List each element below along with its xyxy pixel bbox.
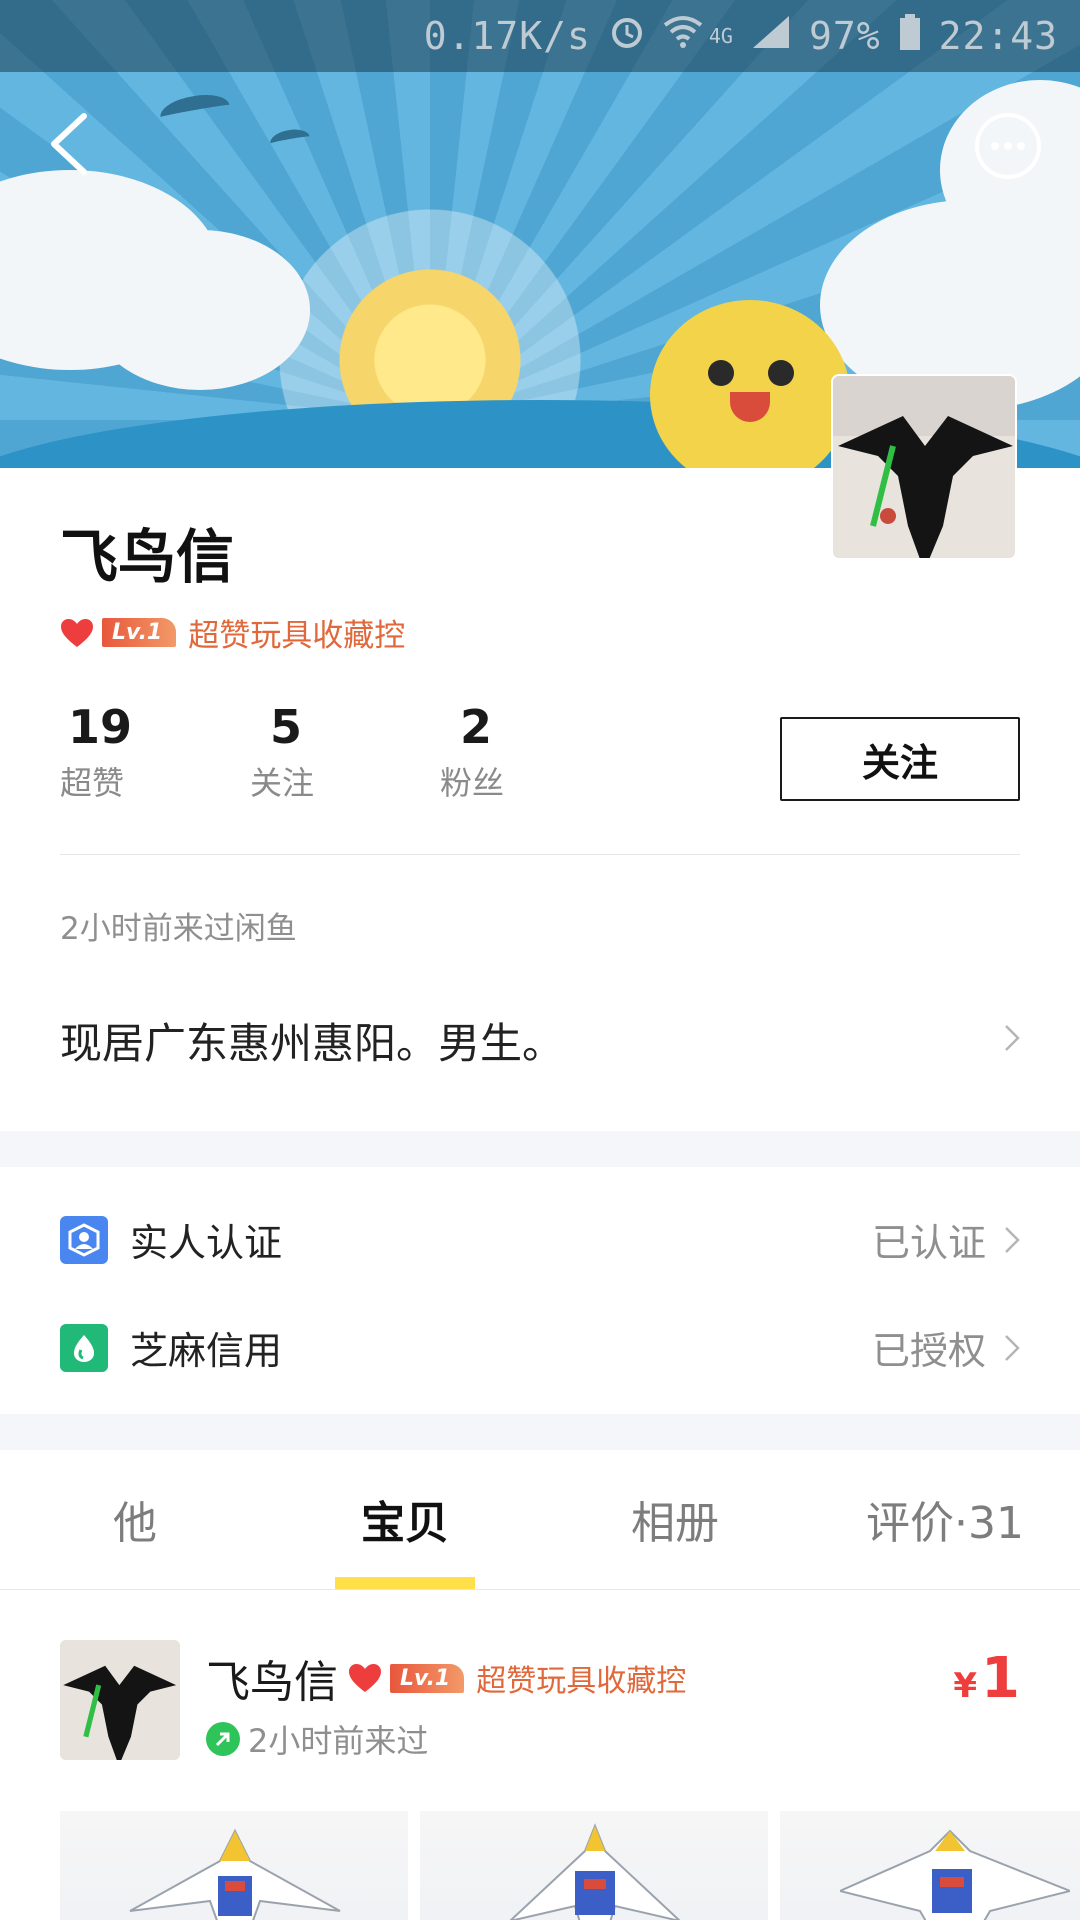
tab-album[interactable]: 相册 [540, 1448, 810, 1589]
section-separator [0, 1414, 1080, 1450]
avatar-robot-image [833, 376, 1015, 558]
profile-stats: 19 超赞 5 关注 2 粉丝 [60, 700, 630, 804]
chevron-right-icon [1005, 1226, 1020, 1253]
badge-title: 超赞玩具收藏控 [476, 1664, 687, 1699]
real-name-verification-row[interactable]: 实人认证 已认证 [60, 1212, 1020, 1267]
arrow-up-right-icon [206, 1722, 240, 1756]
item-image[interactable] [780, 1811, 1080, 1920]
profile-name: 飞鸟信 [60, 523, 235, 591]
person-verify-icon [60, 1215, 108, 1264]
verification-label: 实人认证 [130, 1221, 283, 1265]
level-badge[interactable]: Lv.1 超赞玩具收藏控 [60, 610, 405, 655]
user-avatar[interactable] [831, 374, 1017, 560]
back-button[interactable] [40, 108, 104, 180]
seller-info[interactable]: 飞鸟信 Lv.1 超赞玩具收藏控 [206, 1646, 686, 1710]
alarm-icon [609, 14, 645, 59]
wifi-icon [663, 14, 703, 58]
bio-text: 现居广东惠州惠阳。男生。 [60, 1019, 565, 1068]
more-button[interactable] [974, 112, 1042, 180]
bird-decoration [268, 126, 312, 154]
stat-label: 超赞 [60, 764, 125, 802]
level-tag: Lv.1 [390, 1663, 465, 1693]
tab-him[interactable]: 他 [0, 1448, 270, 1589]
battery-icon [899, 13, 921, 59]
last-seen-text: 2小时前来过闲鱼 [60, 911, 297, 947]
stat-label: 关注 [250, 764, 315, 802]
heart-icon [349, 1664, 381, 1692]
divider [60, 854, 1020, 855]
bio-row[interactable]: 现居广东惠州惠阳。男生。 [60, 1010, 1020, 1071]
stat-value: 5 [270, 700, 303, 754]
robot-model-image [509, 1823, 681, 1920]
tab-items[interactable]: 宝贝 [270, 1448, 540, 1589]
level-tag: Lv.1 [102, 618, 177, 647]
seller-name: 飞鸟信 [206, 1657, 338, 1708]
seller-level-badge: Lv.1 超赞玩具收藏控 [348, 1656, 686, 1700]
battery-percent: 97% [808, 14, 881, 58]
avatar-robot-image [60, 1640, 180, 1760]
seller-last-seen: 2小时前来过 [248, 1722, 429, 1760]
stat-label: 粉丝 [440, 764, 505, 802]
stat-following[interactable]: 5 关注 [250, 700, 440, 804]
currency-symbol: ¥ [953, 1666, 978, 1706]
item-image[interactable] [420, 1811, 768, 1920]
tab-reviews[interactable]: 评价·31 [810, 1448, 1080, 1589]
section-separator [0, 1131, 1080, 1167]
more-dots-icon [975, 113, 1041, 179]
price-amount: 1 [981, 1646, 1020, 1711]
profile-tabs: 他 宝贝 相册 评价·31 [0, 1448, 1080, 1590]
robot-model-image [840, 1829, 1070, 1920]
clock: 22:43 [938, 14, 1058, 58]
verification-label: 芝麻信用 [130, 1329, 283, 1373]
status-bar: 0.17K/s 4G 97% 22:43 [0, 0, 1080, 72]
verification-status: 已认证 [871, 1221, 986, 1265]
stat-followers[interactable]: 2 粉丝 [440, 700, 630, 804]
chevron-right-icon [1005, 1334, 1020, 1361]
sesame-credit-icon [60, 1323, 108, 1372]
badge-title: 超赞玩具收藏控 [188, 618, 406, 654]
sesame-credit-row[interactable]: 芝麻信用 已授权 [60, 1320, 1020, 1375]
heart-icon [61, 618, 93, 647]
network-speed: 0.17K/s [423, 14, 591, 58]
follow-button[interactable]: 关注 [780, 717, 1020, 801]
bird-decoration [157, 90, 233, 132]
chevron-right-icon [1004, 1021, 1020, 1061]
signal-icon [751, 14, 791, 59]
seller-avatar[interactable] [60, 1640, 180, 1760]
item-image[interactable] [60, 1811, 408, 1920]
network-type: 4G [708, 24, 733, 48]
seller-activity: 2小时前来过 [206, 1716, 428, 1762]
cloud-decoration [90, 230, 310, 390]
item-image-strip [60, 1811, 1080, 1920]
chevron-left-icon [51, 113, 87, 175]
cartoon-chick-illustration [650, 300, 850, 468]
verification-status: 已授权 [871, 1329, 986, 1373]
stat-value: 19 [68, 700, 133, 754]
robot-model-image [129, 1828, 341, 1920]
item-price: ¥ 1 [953, 1646, 1020, 1711]
stat-value: 2 [460, 700, 493, 754]
stat-likes[interactable]: 19 超赞 [60, 700, 250, 804]
